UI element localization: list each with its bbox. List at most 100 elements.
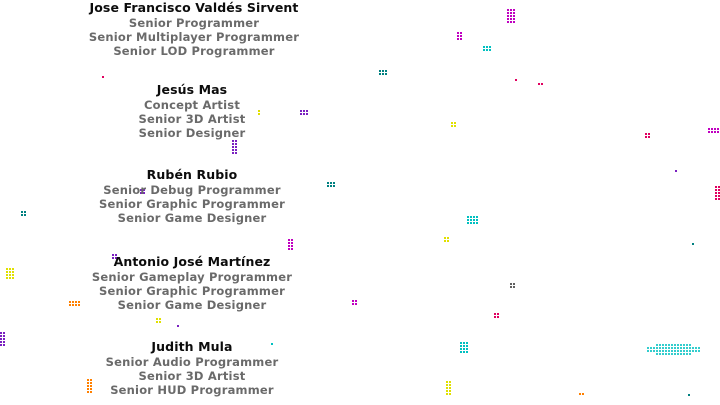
particle bbox=[494, 313, 496, 315]
particle bbox=[680, 353, 682, 355]
particle bbox=[689, 353, 691, 355]
particle bbox=[486, 46, 488, 48]
particle bbox=[715, 186, 717, 188]
particle bbox=[235, 140, 237, 142]
particle bbox=[647, 350, 649, 352]
credits-screen: Jose Francisco Valdés Sirvent Senior Pro… bbox=[0, 0, 720, 405]
particle bbox=[352, 300, 354, 302]
particle bbox=[494, 316, 496, 318]
particle bbox=[677, 344, 679, 346]
particle bbox=[513, 9, 515, 11]
particle bbox=[510, 286, 512, 288]
particle bbox=[668, 350, 670, 352]
particle bbox=[379, 73, 381, 75]
particle bbox=[466, 351, 468, 353]
particle bbox=[159, 318, 161, 320]
particle bbox=[714, 131, 716, 133]
particle bbox=[668, 344, 670, 346]
particle bbox=[444, 237, 446, 239]
particle bbox=[708, 131, 710, 133]
particle bbox=[714, 128, 716, 130]
credit-name: Antonio José Martínez bbox=[113, 254, 271, 269]
particle bbox=[680, 350, 682, 352]
particle bbox=[659, 353, 661, 355]
particle bbox=[21, 214, 23, 216]
particle bbox=[460, 351, 462, 353]
particle bbox=[463, 348, 465, 350]
particle bbox=[466, 345, 468, 347]
particle bbox=[686, 344, 688, 346]
particle bbox=[538, 83, 540, 85]
particle bbox=[102, 76, 104, 78]
particle bbox=[717, 131, 719, 133]
particle bbox=[656, 353, 658, 355]
particle bbox=[470, 216, 472, 218]
particle bbox=[470, 222, 472, 224]
particle bbox=[692, 347, 694, 349]
particle bbox=[513, 15, 515, 17]
particle bbox=[510, 21, 512, 23]
particle bbox=[513, 286, 515, 288]
credit-role: Senior Gameplay Programmer bbox=[91, 270, 293, 284]
particle bbox=[449, 387, 451, 389]
particle bbox=[582, 393, 584, 395]
particle bbox=[232, 152, 234, 154]
particle bbox=[449, 384, 451, 386]
particle bbox=[159, 321, 161, 323]
particle bbox=[675, 170, 677, 172]
particle bbox=[473, 222, 475, 224]
particle bbox=[235, 149, 237, 151]
particle bbox=[662, 353, 664, 355]
particle bbox=[382, 70, 384, 72]
particle bbox=[671, 350, 673, 352]
particle bbox=[688, 394, 690, 396]
particle bbox=[671, 353, 673, 355]
particle bbox=[288, 242, 290, 244]
particle bbox=[686, 353, 688, 355]
particle bbox=[235, 146, 237, 148]
particle bbox=[579, 393, 581, 395]
particle bbox=[460, 35, 462, 37]
particle bbox=[695, 350, 697, 352]
particle bbox=[665, 353, 667, 355]
particle bbox=[647, 347, 649, 349]
particle bbox=[0, 341, 2, 343]
particle bbox=[489, 49, 491, 51]
particle bbox=[715, 198, 717, 200]
particle bbox=[454, 122, 456, 124]
particle bbox=[460, 38, 462, 40]
credit-role: Senior Game Designer bbox=[117, 211, 267, 225]
particle bbox=[460, 348, 462, 350]
particle bbox=[467, 222, 469, 224]
particle bbox=[711, 128, 713, 130]
credit-entry: Jose Francisco Valdés Sirvent Senior Pro… bbox=[44, 1, 344, 59]
particle bbox=[677, 347, 679, 349]
particle bbox=[291, 239, 293, 241]
particle bbox=[653, 350, 655, 352]
particle bbox=[680, 344, 682, 346]
credit-name: Rubén Rubio bbox=[146, 167, 238, 182]
particle bbox=[483, 49, 485, 51]
particle bbox=[447, 240, 449, 242]
credit-role: Concept Artist bbox=[143, 98, 241, 112]
particle bbox=[662, 344, 664, 346]
particle bbox=[3, 335, 5, 337]
particle bbox=[232, 140, 234, 142]
particle bbox=[288, 248, 290, 250]
particle bbox=[291, 248, 293, 250]
particle bbox=[291, 242, 293, 244]
particle bbox=[507, 21, 509, 23]
particle bbox=[355, 303, 357, 305]
particle bbox=[507, 12, 509, 14]
particle bbox=[674, 350, 676, 352]
particle bbox=[510, 9, 512, 11]
particle bbox=[235, 143, 237, 145]
particle bbox=[662, 350, 664, 352]
particle bbox=[0, 344, 2, 346]
credit-role: Senior 3D Artist bbox=[138, 369, 246, 383]
particle bbox=[457, 32, 459, 34]
particle bbox=[355, 300, 357, 302]
particle bbox=[650, 350, 652, 352]
particle bbox=[662, 347, 664, 349]
particle bbox=[379, 70, 381, 72]
